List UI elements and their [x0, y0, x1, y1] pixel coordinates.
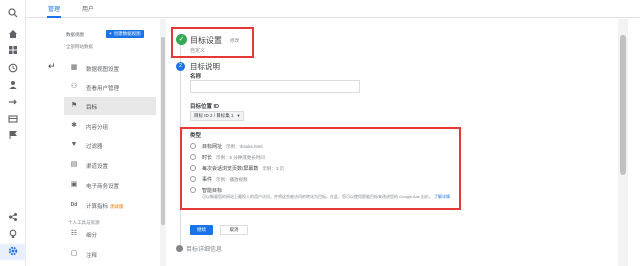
channel-icon: ▤: [70, 161, 78, 168]
radio-button[interactable]: [190, 165, 196, 171]
nav-item-ecommerce[interactable]: ▣ 电子商务设置: [64, 176, 156, 194]
nav-item-calculated-metrics[interactable]: Dd 计算指标 测试版: [64, 196, 156, 214]
goal-editor: ✓ 目标设置 修改 自定义 2 目标说明 名称 目标位置 ID 目标 ID 2 …: [166, 19, 640, 266]
nav-label: 计算指标 测试版: [86, 202, 124, 210]
flag-icon: ⚑: [70, 102, 78, 109]
type-label: 类型: [190, 133, 202, 139]
nav-item-view-settings[interactable]: ▦ 数据视图设置: [64, 59, 156, 77]
nav-label: 细分: [86, 233, 98, 239]
radio-button[interactable]: [190, 187, 196, 193]
tab-admin[interactable]: 管理: [48, 4, 60, 13]
option-example: 示例：thanks.html: [226, 144, 263, 149]
scrollbar-thumb[interactable]: [620, 35, 626, 175]
option-label: 每次会话浏览页数/屏幕数 示例：3 页: [202, 165, 284, 172]
segment-icon: ☷: [70, 230, 78, 237]
clock-icon[interactable]: [7, 63, 19, 75]
goal-name-input[interactable]: [190, 80, 360, 93]
figure-icon: ✱: [71, 122, 77, 129]
caret-down-icon: ▼: [236, 113, 241, 118]
option-example: 示例：播放视频: [216, 177, 248, 182]
filter-icon: ▼: [70, 141, 78, 148]
step3-title: 目标详细信息: [186, 247, 223, 253]
doc-icon: ▦: [70, 64, 78, 71]
nav-item-goals[interactable]: ⚑ 目标: [64, 97, 156, 115]
nav-label: 数据视图设置: [86, 67, 120, 73]
option-example: 示例：5 分钟或更长时间: [216, 155, 265, 160]
option-name: 每次会话浏览页数/屏幕数: [202, 166, 259, 172]
note-icon: ▢: [70, 250, 78, 257]
main-scrollbar[interactable]: [618, 19, 628, 266]
step3-dot: [176, 245, 183, 252]
option-label: 时长 示例：5 分钟或更长时间: [202, 154, 265, 161]
nav-label: 注释: [86, 253, 98, 259]
users-icon: ⚇: [70, 83, 78, 90]
nav-item-content-grouping[interactable]: ✱ 内容分组: [64, 117, 156, 135]
goal-slot-value: 目标 ID 2 / 目标集 1: [194, 113, 234, 118]
check-icon: ✓: [176, 34, 187, 45]
nav-label: 查看用户管理: [86, 86, 120, 92]
nav-label: 渠道设置: [86, 164, 109, 170]
step-connector: [180, 45, 181, 245]
radio-button[interactable]: [190, 143, 196, 149]
dashboard-icon[interactable]: [7, 45, 19, 57]
target-icon[interactable]: [7, 97, 19, 109]
smart-goal-text: 可以衡量您的网站上最投入的用户访问，并将这些被访问的转化为目标。在此，您可以使用…: [202, 194, 433, 199]
nav-item-annotations[interactable]: ▢ 注释: [64, 245, 156, 263]
scrollbar-thumb[interactable]: [161, 37, 165, 225]
tab-users[interactable]: 用户: [82, 4, 94, 13]
step1-title: 目标设置: [190, 36, 222, 45]
plus-icon: +: [109, 31, 112, 36]
smart-goal-description: 可以衡量您的网站上最投入的用户访问，并将这些被访问的转化为目标。在此，您可以使用…: [202, 194, 457, 199]
continue-button[interactable]: 继续: [190, 225, 213, 235]
nav-label-text: 计算指标: [86, 204, 109, 210]
step2-title: 目标说明: [190, 62, 220, 71]
option-example: 示例：3 页: [262, 166, 285, 171]
radio-button[interactable]: [190, 154, 196, 160]
step2-number: 2: [176, 62, 185, 71]
slot-id-label: 目标位置 ID: [190, 104, 220, 110]
create-view-label: 创建数据视图: [113, 31, 141, 36]
cancel-button[interactable]: 取消: [220, 225, 248, 235]
left-rail: [0, 0, 26, 266]
view-column: 数据视图 + 创建数据视图 全部网站数据 ↵ ▦ 数据视图设置 ⚇ 查看用户管理 …: [26, 19, 160, 266]
nav-label: 过滤器: [86, 144, 103, 150]
beta-badge: 测试版: [110, 204, 124, 209]
search-icon[interactable]: [7, 8, 19, 20]
option-name: 事件: [202, 177, 213, 183]
column-header: 数据视图: [66, 32, 84, 37]
name-label: 名称: [190, 74, 202, 80]
step1-value: 自定义: [190, 48, 206, 54]
nav-item-filters[interactable]: ▼ 过滤器: [64, 136, 156, 154]
analytics-admin-app: 管理 用户 数据视图 + 创建数据视图 全部网站数据 ↵ ▦ 数据视图设置 ⚇ 查…: [0, 0, 640, 266]
option-label: 事件 示例：播放视频: [202, 176, 248, 183]
nav-label: 内容分组: [86, 125, 109, 131]
table-icon[interactable]: [7, 114, 19, 126]
nav-item-channel-settings[interactable]: ▤ 渠道设置: [64, 156, 156, 174]
view-selector[interactable]: 全部网站数据: [66, 44, 93, 50]
gear-icon[interactable]: [7, 246, 19, 258]
cart-icon: ▣: [70, 181, 78, 188]
home-icon[interactable]: [7, 29, 19, 41]
flag-icon[interactable]: [7, 130, 19, 142]
top-tab-bar: 管理 用户: [26, 0, 640, 18]
learn-more-link[interactable]: 了解详情: [434, 194, 450, 199]
nav-label: 目标: [86, 105, 98, 111]
option-label: 智能目标: [202, 187, 222, 194]
share-icon[interactable]: [7, 212, 19, 224]
goal-slot-select[interactable]: 目标 ID 2 / 目标集 1 ▼: [190, 111, 245, 121]
option-name: 时长: [202, 155, 213, 161]
option-name: 目标网址: [202, 144, 223, 150]
active-tab-indicator: [47, 16, 61, 18]
option-label: 目标网址 示例：thanks.html: [202, 143, 263, 150]
bulb-icon[interactable]: [7, 229, 19, 241]
person-icon[interactable]: [7, 80, 19, 92]
step1-edit-link[interactable]: 修改: [230, 38, 239, 44]
radio-button[interactable]: [190, 176, 196, 182]
back-arrow-icon[interactable]: ↵: [48, 61, 56, 72]
nav-item-user-management[interactable]: ⚇ 查看用户管理: [64, 78, 156, 96]
nav-label: 电子商务设置: [86, 184, 120, 190]
nav-item-segments[interactable]: ☷ 细分: [64, 225, 156, 243]
create-view-button[interactable]: + 创建数据视图: [106, 30, 144, 38]
dd-icon: Dd: [70, 202, 78, 208]
